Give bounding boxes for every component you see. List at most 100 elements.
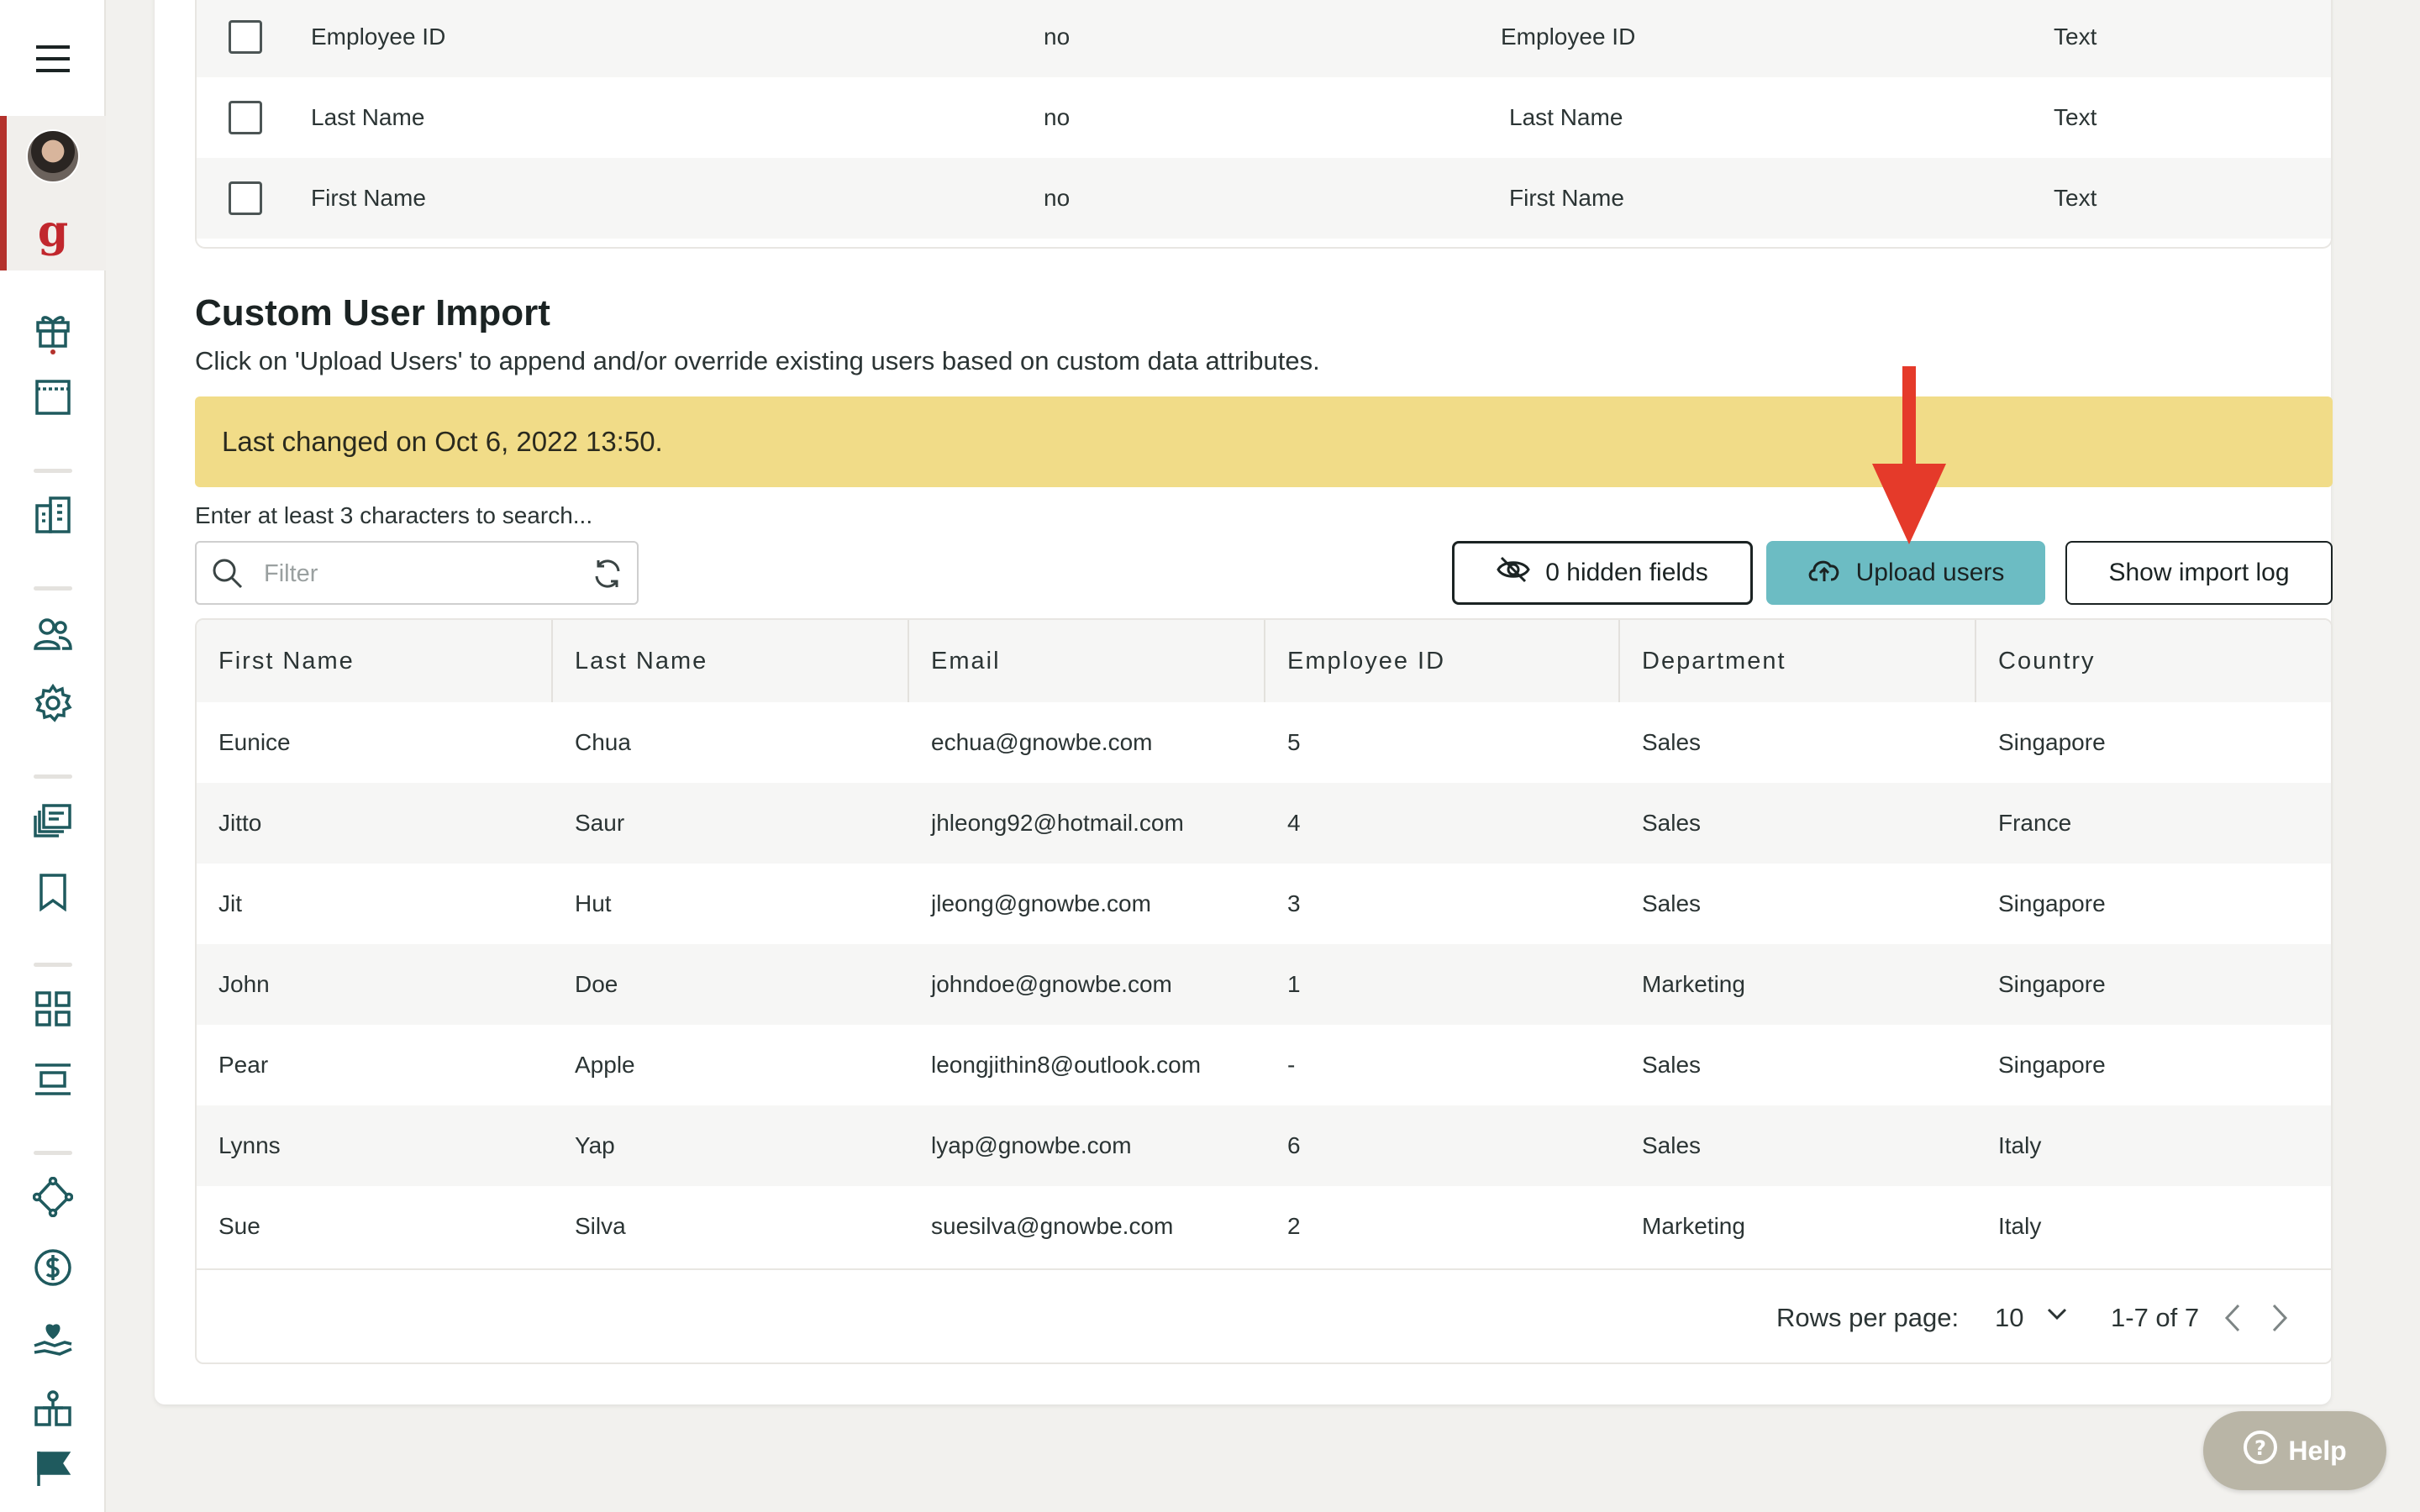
cell-department: Marketing	[1642, 971, 1745, 997]
help-icon: ?	[2243, 1430, 2278, 1472]
cell-last-name: Hut	[575, 890, 612, 916]
field-mapping-table: Employee ID no Employee ID Text Last Nam…	[195, 0, 2333, 249]
column-header[interactable]: Department	[1620, 620, 1976, 702]
help-button[interactable]: ? Help	[2203, 1411, 2386, 1490]
column-header[interactable]: Country	[1976, 620, 2331, 702]
flag-icon[interactable]	[0, 1446, 106, 1490]
chevron-left-icon[interactable]	[2222, 1302, 2244, 1338]
cell-last-name: Apple	[575, 1052, 635, 1078]
page-range: 1-7 of 7	[2111, 1303, 2200, 1332]
cell-email: suesilva@gnowbe.com	[931, 1213, 1174, 1239]
rows-per-page-select[interactable]: 10	[1995, 1270, 2023, 1362]
users-table: First Name Last Name Email Employee ID D…	[195, 618, 2333, 1364]
annotation-arrow-head	[1872, 464, 1946, 544]
field-type: Text	[2054, 24, 2097, 50]
filter-input[interactable]	[264, 554, 566, 593]
cell-last-name: Silva	[575, 1213, 626, 1239]
cell-email: johndoe@gnowbe.com	[931, 971, 1172, 997]
buildings-icon[interactable]	[0, 494, 106, 536]
cell-department: Sales	[1642, 890, 1702, 916]
users-icon[interactable]	[0, 613, 106, 655]
cell-last-name: Chua	[575, 729, 631, 755]
column-header[interactable]: First Name	[197, 620, 553, 702]
chevron-right-icon[interactable]	[2269, 1302, 2291, 1338]
help-label: Help	[2288, 1435, 2347, 1466]
cell-employee-id: -	[1287, 1052, 1296, 1078]
network-icon[interactable]	[0, 1176, 106, 1218]
banner-text: Last changed on Oct 6, 2022 13:50.	[222, 426, 663, 457]
hidden-fields-button[interactable]: 0 hidden fields	[1452, 541, 1753, 605]
field-flag: no	[1044, 104, 1071, 130]
annotation-arrow	[1902, 366, 1916, 465]
field-type: Text	[2054, 104, 2097, 130]
show-import-log-button[interactable]: Show import log	[2065, 541, 2333, 605]
table-row[interactable]: Sue Silva suesilva@gnowbe.com 2 Marketin…	[197, 1186, 2331, 1267]
column-header[interactable]: Email	[909, 620, 1265, 702]
cell-first-name: Pear	[218, 1052, 269, 1078]
cell-department: Marketing	[1642, 1213, 1745, 1239]
field-name: Employee ID	[311, 24, 446, 50]
cell-email: echua@gnowbe.com	[931, 729, 1153, 755]
layout-icon[interactable]	[0, 1058, 106, 1100]
upload-users-button[interactable]: Upload users	[1766, 541, 2045, 605]
cloud-upload-icon	[1807, 556, 1841, 590]
cell-email: leongjithin8@outlook.com	[931, 1052, 1202, 1078]
cell-first-name: Lynns	[218, 1132, 281, 1158]
cell-first-name: Sue	[218, 1213, 260, 1239]
table-row[interactable]: Jit Hut jleong@gnowbe.com 3 Sales Singap…	[197, 864, 2331, 944]
cell-employee-id: 1	[1287, 971, 1301, 997]
menu-icon[interactable]	[0, 35, 106, 82]
table-header: First Name Last Name Email Employee ID D…	[197, 620, 2331, 702]
field-mapped: First Name	[1509, 185, 1624, 211]
field-mapped: Employee ID	[1501, 24, 1636, 50]
column-header[interactable]: Last Name	[553, 620, 909, 702]
heart-hand-icon[interactable]	[0, 1315, 106, 1361]
search-icon	[212, 558, 244, 594]
cell-first-name: John	[218, 971, 270, 997]
table-row[interactable]: Jitto Saur jhleong92@hotmail.com 4 Sales…	[197, 783, 2331, 864]
cell-employee-id: 2	[1287, 1213, 1301, 1239]
hidden-fields-label: 0 hidden fields	[1545, 559, 1708, 586]
bookmark-icon[interactable]	[0, 870, 106, 914]
gift-icon[interactable]	[0, 307, 106, 358]
refresh-icon[interactable]	[592, 558, 623, 594]
table-row: Employee ID no Employee ID Text	[197, 0, 2331, 77]
cell-country: Italy	[1998, 1213, 2042, 1239]
cell-department: Sales	[1642, 729, 1702, 755]
table-row[interactable]: Eunice Chua echua@gnowbe.com 5 Sales Sin…	[197, 702, 2331, 783]
chevron-down-icon[interactable]	[2045, 1305, 2069, 1326]
table-row: Last Name no Last Name Text	[197, 77, 2331, 158]
field-name: First Name	[311, 185, 426, 211]
cell-department: Sales	[1642, 810, 1702, 836]
upload-users-label: Upload users	[1855, 559, 2005, 586]
cell-email: jhleong92@hotmail.com	[931, 810, 1184, 836]
row-checkbox[interactable]	[229, 181, 262, 215]
org-chart-icon[interactable]	[0, 1388, 106, 1430]
apps-grid-icon[interactable]	[0, 988, 106, 1030]
row-checkbox[interactable]	[229, 101, 262, 134]
sidebar: g	[0, 0, 106, 1512]
row-checkbox[interactable]	[229, 20, 262, 54]
import-log-label: Show import log	[2108, 559, 2290, 586]
column-header[interactable]: Employee ID	[1265, 620, 1620, 702]
eye-off-icon	[1497, 556, 1530, 590]
library-icon[interactable]	[0, 800, 106, 842]
section-title: Custom User Import	[195, 292, 550, 333]
table-row[interactable]: Lynns Yap lyap@gnowbe.com 6 Sales Italy	[197, 1105, 2331, 1186]
dollar-icon[interactable]	[0, 1247, 106, 1289]
cell-country: France	[1998, 810, 2072, 836]
svg-text:?: ?	[2254, 1436, 2266, 1460]
section-description: Click on 'Upload Users' to append and/or…	[195, 346, 1320, 375]
brand-logo[interactable]: g	[0, 205, 106, 259]
cell-last-name: Saur	[575, 810, 625, 836]
cell-first-name: Eunice	[218, 729, 291, 755]
table-row[interactable]: Pear Apple leongjithin8@outlook.com - Sa…	[197, 1025, 2331, 1105]
cell-department: Sales	[1642, 1052, 1702, 1078]
field-mapped: Last Name	[1509, 104, 1623, 130]
gear-icon[interactable]	[0, 682, 106, 724]
window-icon[interactable]	[0, 376, 106, 418]
cell-employee-id: 5	[1287, 729, 1301, 755]
field-flag: no	[1044, 24, 1071, 50]
avatar[interactable]	[26, 129, 80, 183]
table-row[interactable]: John Doe johndoe@gnowbe.com 1 Marketing …	[197, 944, 2331, 1025]
